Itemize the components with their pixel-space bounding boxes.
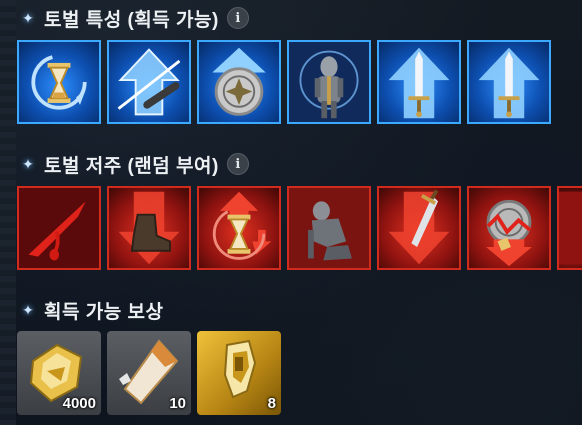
sparkle-icon: ✦ <box>22 9 34 26</box>
reward-count: 4000 <box>62 395 96 412</box>
armored-knight-icon <box>289 42 369 122</box>
traits-title: 토벌 특성 (획득 가능) <box>44 9 219 31</box>
emblem-up-icon <box>212 47 266 116</box>
trait-sword-up-1[interactable] <box>377 40 461 124</box>
sword-up-icon <box>478 47 540 119</box>
reward-gold-crystal[interactable]: 4000 <box>17 331 101 415</box>
hourglass-cycle-icon <box>31 54 87 110</box>
trait-hourglass-cycle[interactable] <box>17 40 101 124</box>
trait-sword-slash-up[interactable] <box>107 40 191 124</box>
blood-drip-icon <box>19 188 99 268</box>
reward-count: 10 <box>169 395 186 412</box>
reward-gold-fragment[interactable]: 8 <box>197 331 281 415</box>
rewards-row: 4000 10 8 <box>17 331 281 415</box>
curse-hourglass-up[interactable] <box>197 186 281 270</box>
sparkle-icon: ✦ <box>22 155 34 172</box>
curses-row <box>17 186 582 270</box>
curses-header: ✦ 토벌 저주 (랜덤 부여) i <box>20 150 249 178</box>
curse-kneeling-knight[interactable] <box>287 186 371 270</box>
info-icon[interactable]: i <box>226 153 249 175</box>
curse-shield-broken[interactable] <box>467 186 551 270</box>
left-decoration <box>0 0 16 425</box>
rewards-title: 획득 가능 보상 <box>44 301 164 323</box>
curse-dagger-down[interactable] <box>377 186 461 270</box>
trait-sword-up-2[interactable] <box>467 40 551 124</box>
curse-boot-down[interactable] <box>107 186 191 270</box>
reward-count: 8 <box>267 395 276 412</box>
traits-header: ✦ 토벌 특성 (획득 가능) i <box>20 4 249 32</box>
info-icon[interactable]: i <box>226 7 249 29</box>
trait-armored-knight[interactable] <box>287 40 371 124</box>
curses-title: 토벌 저주 (랜덤 부여) <box>44 155 219 177</box>
sword-slash-up-icon <box>117 48 181 116</box>
rewards-header: ✦ 획득 가능 보상 <box>20 296 163 324</box>
dagger-down-icon <box>388 189 450 265</box>
kneeling-knight-icon <box>289 188 369 268</box>
curse-blood-drip[interactable] <box>17 186 101 270</box>
reward-honing-stone[interactable]: 10 <box>107 331 191 415</box>
hourglass-up-icon <box>212 191 272 260</box>
curse-icon-partial <box>559 191 582 265</box>
sparkle-icon: ✦ <box>22 301 34 318</box>
sword-up-icon <box>388 47 450 119</box>
shield-broken-icon <box>486 199 532 267</box>
traits-row <box>17 40 551 124</box>
boot-down-icon <box>118 191 180 265</box>
curse-partial-tile[interactable] <box>557 186 582 270</box>
trait-emblem-up[interactable] <box>197 40 281 124</box>
